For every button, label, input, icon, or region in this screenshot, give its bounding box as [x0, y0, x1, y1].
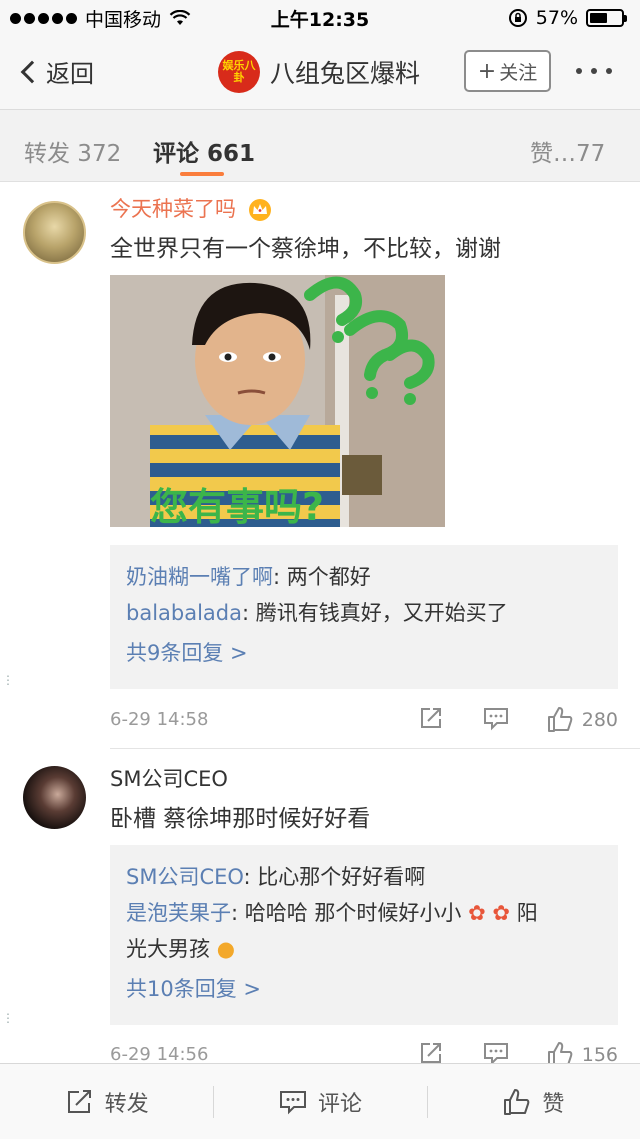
edge-marker: ⋮ [2, 673, 14, 687]
reply-username[interactable]: SM公司CEO [126, 865, 244, 889]
comment-icon [279, 1090, 306, 1114]
share-icon [67, 1089, 91, 1113]
reply-text: : 腾讯有钱真好，又开始买了 [242, 601, 508, 625]
like-label: 赞 [542, 1091, 565, 1117]
repost-button[interactable]: 转发 [0, 1064, 213, 1139]
reply-line: SM公司CEO: 比心那个好好看啊 [126, 859, 602, 895]
chevron-left-icon [20, 60, 44, 83]
share-icon[interactable] [418, 705, 444, 731]
avatar[interactable] [23, 201, 86, 264]
comment-text: 全世界只有一个蔡徐坤，不比较，谢谢 [110, 236, 501, 262]
follow-label: 关注 [499, 61, 538, 84]
reply-text: : 哈哈哈 那个时候好小小 [231, 901, 462, 925]
comment-username[interactable]: SM公司CEO [110, 763, 228, 793]
reply-text: 阳 [516, 901, 538, 925]
comment-user[interactable]: 今天种菜了吗 [110, 193, 273, 223]
comment-image-art: 您有事吗? [110, 275, 445, 527]
account-logo: 娱乐八卦 [218, 51, 260, 93]
carrier-label: 中国移动 [85, 8, 162, 31]
reply-username[interactable]: 奶油糊一嘴了啊 [126, 565, 273, 589]
comment-icon[interactable] [482, 705, 510, 731]
comment-text: 卧槽 蔡徐坤那时候好好看 [110, 806, 371, 832]
comment-time: 6-29 14:56 [110, 1044, 209, 1063]
more-replies-link[interactable]: 共9条回复 > [126, 635, 602, 671]
reply-username[interactable]: 是泡芙果子 [126, 901, 231, 925]
comment-image[interactable]: 您有事吗? [110, 275, 445, 527]
reply-line: 光大男孩 ● [126, 931, 602, 967]
status-bar: 中国移动 上午12:35 57% [0, 0, 640, 36]
edge-marker: ⋮ [2, 1011, 14, 1025]
like-count: 156 [581, 1044, 618, 1063]
reply-text: : 比心那个好好看啊 [243, 865, 426, 889]
reply-username[interactable]: balabalada [126, 601, 242, 625]
back-button[interactable]: 返回 [18, 54, 94, 89]
plus-icon: + [477, 58, 497, 84]
back-label: 返回 [46, 60, 94, 88]
follow-button[interactable]: + 关注 [464, 50, 551, 92]
avatar[interactable] [23, 766, 86, 829]
more-replies-link[interactable]: 共10条回复 > [126, 971, 602, 1007]
reply-line: 奶油糊一嘴了啊: 两个都好 [126, 559, 602, 595]
comment-meta: 6-29 14:58 280 [110, 705, 618, 735]
repost-label: 转发 [104, 1091, 149, 1117]
battery-fill [590, 13, 608, 23]
reply-text: 光大男孩 [126, 937, 210, 961]
nav-title-group[interactable]: 娱乐八卦 八组兔区爆料 [218, 51, 420, 93]
bottom-toolbar: 转发 评论 赞 [0, 1063, 640, 1139]
reply-line: 是泡芙果子: 哈哈哈 那个时候好小小 ✿ ✿ 阳 [126, 895, 602, 931]
wifi-icon [169, 10, 191, 25]
reply-line: balabalada: 腾讯有钱真好，又开始买了 [126, 595, 602, 631]
like-count: 280 [581, 709, 618, 731]
status-left: 中国移动 [10, 5, 191, 32]
comment-item: 今天种菜了吗 全世界只有一个蔡徐坤，不比较，谢谢 您有事吗? 奶油糊一嘴了啊: … [0, 183, 640, 748]
more-dots-icon[interactable] [576, 68, 612, 74]
face-emoji-icon: ● [216, 937, 236, 961]
tab-comments[interactable]: 评论 661 [153, 134, 255, 168]
page-title: 八组兔区爆料 [270, 59, 421, 88]
crab-emoji-icon: ✿ [492, 901, 511, 925]
crown-icon [248, 199, 271, 221]
comment-icon[interactable] [482, 1040, 510, 1063]
crab-emoji-icon: ✿ [468, 901, 486, 925]
image-caption: 您有事吗? [150, 485, 324, 527]
like-icon[interactable] [546, 705, 574, 733]
like-button[interactable]: 赞 [426, 1064, 640, 1139]
status-right: 57% [508, 7, 627, 29]
comment-username: 今天种菜了吗 [110, 197, 236, 221]
battery-percent: 57% [535, 7, 578, 29]
tab-repost[interactable]: 转发 372 [24, 134, 121, 168]
like-icon[interactable] [546, 1040, 574, 1063]
rotation-lock-icon [508, 9, 527, 27]
signal-icon [10, 12, 77, 24]
comment-label: 评论 [317, 1091, 362, 1117]
comment-time: 6-29 14:58 [110, 709, 209, 730]
tab-bar: 转发 372 评论 661 赞…77 [0, 110, 640, 182]
share-icon[interactable] [418, 1040, 444, 1063]
tab-likes[interactable]: 赞…77 [530, 134, 605, 168]
comment-button[interactable]: 评论 [213, 1064, 426, 1139]
comment-meta: 6-29 14:56 156 [110, 1040, 618, 1063]
reply-box[interactable]: SM公司CEO: 比心那个好好看啊 是泡芙果子: 哈哈哈 那个时候好小小 ✿ ✿… [110, 845, 618, 1025]
reply-box[interactable]: 奶油糊一嘴了啊: 两个都好 balabalada: 腾讯有钱真好，又开始买了 共… [110, 545, 618, 689]
like-icon [504, 1088, 530, 1115]
reply-text: : 两个都好 [273, 565, 371, 589]
tab-active-indicator [180, 172, 224, 176]
battery-icon [586, 9, 627, 27]
comment-item: SM公司CEO 卧槽 蔡徐坤那时候好好看 SM公司CEO: 比心那个好好看啊 是… [0, 749, 640, 1063]
nav-bar: 返回 娱乐八卦 八组兔区爆料 + 关注 [0, 36, 640, 110]
